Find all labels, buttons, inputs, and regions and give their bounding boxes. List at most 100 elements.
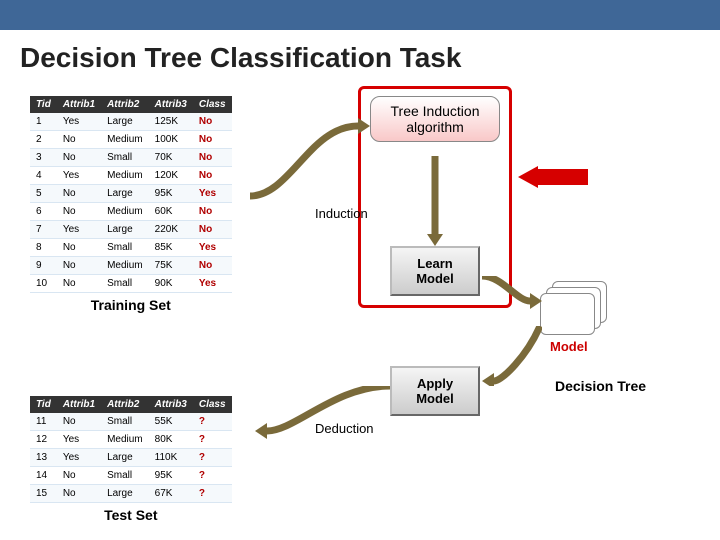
test-set-block: TidAttrib1Attrib2Attrib3Class 11NoSmall5… xyxy=(30,396,232,523)
training-set-block: TidAttrib1Attrib2Attrib3Class 1YesLarge1… xyxy=(30,96,232,313)
data-cell: 13 xyxy=(30,449,57,467)
data-cell: 2 xyxy=(30,131,57,149)
data-cell: Large xyxy=(101,185,149,203)
data-cell: 67K xyxy=(149,485,193,503)
column-header: Attrib2 xyxy=(101,396,149,413)
class-cell: No xyxy=(193,167,232,185)
data-cell: 100K xyxy=(149,131,193,149)
data-cell: 110K xyxy=(149,449,193,467)
data-cell: Medium xyxy=(101,431,149,449)
data-cell: No xyxy=(57,185,101,203)
data-cell: 60K xyxy=(149,203,193,221)
data-cell: Large xyxy=(101,485,149,503)
data-cell: Medium xyxy=(101,131,149,149)
data-cell: Medium xyxy=(101,167,149,185)
data-cell: Yes xyxy=(57,113,101,131)
data-cell: 90K xyxy=(149,275,193,293)
data-cell: 5 xyxy=(30,185,57,203)
table-row: 13YesLarge110K? xyxy=(30,449,232,467)
data-cell: Yes xyxy=(57,167,101,185)
data-cell: No xyxy=(57,131,101,149)
data-cell: 4 xyxy=(30,167,57,185)
table-row: 1YesLarge125KNo xyxy=(30,113,232,131)
table-row: 9NoMedium75KNo xyxy=(30,257,232,275)
table-row: 12YesMedium80K? xyxy=(30,431,232,449)
model-label: Model xyxy=(550,339,588,354)
data-cell: Small xyxy=(101,239,149,257)
data-cell: 10 xyxy=(30,275,57,293)
data-cell: 14 xyxy=(30,467,57,485)
data-cell: Medium xyxy=(101,203,149,221)
class-cell: Yes xyxy=(193,275,232,293)
learn-model-box: Learn Model xyxy=(390,246,480,296)
data-cell: 95K xyxy=(149,185,193,203)
class-cell: Yes xyxy=(193,239,232,257)
table-row: 10NoSmall90KYes xyxy=(30,275,232,293)
table-row: 7YesLarge220KNo xyxy=(30,221,232,239)
data-cell: 75K xyxy=(149,257,193,275)
class-cell: No xyxy=(193,131,232,149)
data-cell: 120K xyxy=(149,167,193,185)
data-cell: 12 xyxy=(30,431,57,449)
table-row: 2NoMedium100KNo xyxy=(30,131,232,149)
data-cell: 85K xyxy=(149,239,193,257)
page-title: Decision Tree Classification Task xyxy=(0,30,720,86)
data-cell: 6 xyxy=(30,203,57,221)
class-cell: ? xyxy=(193,413,232,431)
data-cell: 55K xyxy=(149,413,193,431)
column-header: Attrib3 xyxy=(149,396,193,413)
column-header: Attrib1 xyxy=(57,396,101,413)
data-cell: No xyxy=(57,203,101,221)
table-row: 8NoSmall85KYes xyxy=(30,239,232,257)
table-row: 4YesMedium120KNo xyxy=(30,167,232,185)
data-cell: Yes xyxy=(57,431,101,449)
data-cell: 8 xyxy=(30,239,57,257)
data-cell: No xyxy=(57,257,101,275)
column-header: Attrib2 xyxy=(101,96,149,113)
arrow-train-to-algorithm xyxy=(250,116,370,216)
class-cell: No xyxy=(193,221,232,239)
arrow-algorithm-to-learn xyxy=(425,156,445,246)
table-row: 5NoLarge95KYes xyxy=(30,185,232,203)
class-cell: No xyxy=(193,113,232,131)
class-cell: Yes xyxy=(193,185,232,203)
data-cell: Medium xyxy=(101,257,149,275)
data-cell: Yes xyxy=(57,449,101,467)
test-table: TidAttrib1Attrib2Attrib3Class 11NoSmall5… xyxy=(30,396,232,503)
data-cell: Small xyxy=(101,275,149,293)
apply-model-box: Apply Model xyxy=(390,366,480,416)
data-cell: No xyxy=(57,239,101,257)
data-cell: 1 xyxy=(30,113,57,131)
data-cell: Small xyxy=(101,413,149,431)
data-cell: 3 xyxy=(30,149,57,167)
training-set-label: Training Set xyxy=(30,297,232,313)
data-cell: Yes xyxy=(57,221,101,239)
data-cell: Large xyxy=(101,221,149,239)
class-cell: ? xyxy=(193,449,232,467)
data-cell: 9 xyxy=(30,257,57,275)
data-cell: 7 xyxy=(30,221,57,239)
data-cell: No xyxy=(57,485,101,503)
data-cell: No xyxy=(57,467,101,485)
data-cell: 70K xyxy=(149,149,193,167)
table-row: 11NoSmall55K? xyxy=(30,413,232,431)
model-stack-icon xyxy=(540,281,610,337)
class-cell: No xyxy=(193,149,232,167)
header-bar xyxy=(0,0,720,30)
class-cell: No xyxy=(193,203,232,221)
class-cell: ? xyxy=(193,467,232,485)
data-cell: Small xyxy=(101,149,149,167)
data-cell: No xyxy=(57,413,101,431)
column-header: Attrib1 xyxy=(57,96,101,113)
test-set-label: Test Set xyxy=(30,507,232,523)
data-cell: No xyxy=(57,149,101,167)
column-header: Tid xyxy=(30,96,57,113)
data-cell: 15 xyxy=(30,485,57,503)
column-header: Class xyxy=(193,96,232,113)
table-row: 6NoMedium60KNo xyxy=(30,203,232,221)
table-row: 15NoLarge67K? xyxy=(30,485,232,503)
arrow-apply-to-test xyxy=(255,386,390,446)
column-header: Class xyxy=(193,396,232,413)
arrow-model-to-apply xyxy=(482,326,542,386)
data-cell: 80K xyxy=(149,431,193,449)
